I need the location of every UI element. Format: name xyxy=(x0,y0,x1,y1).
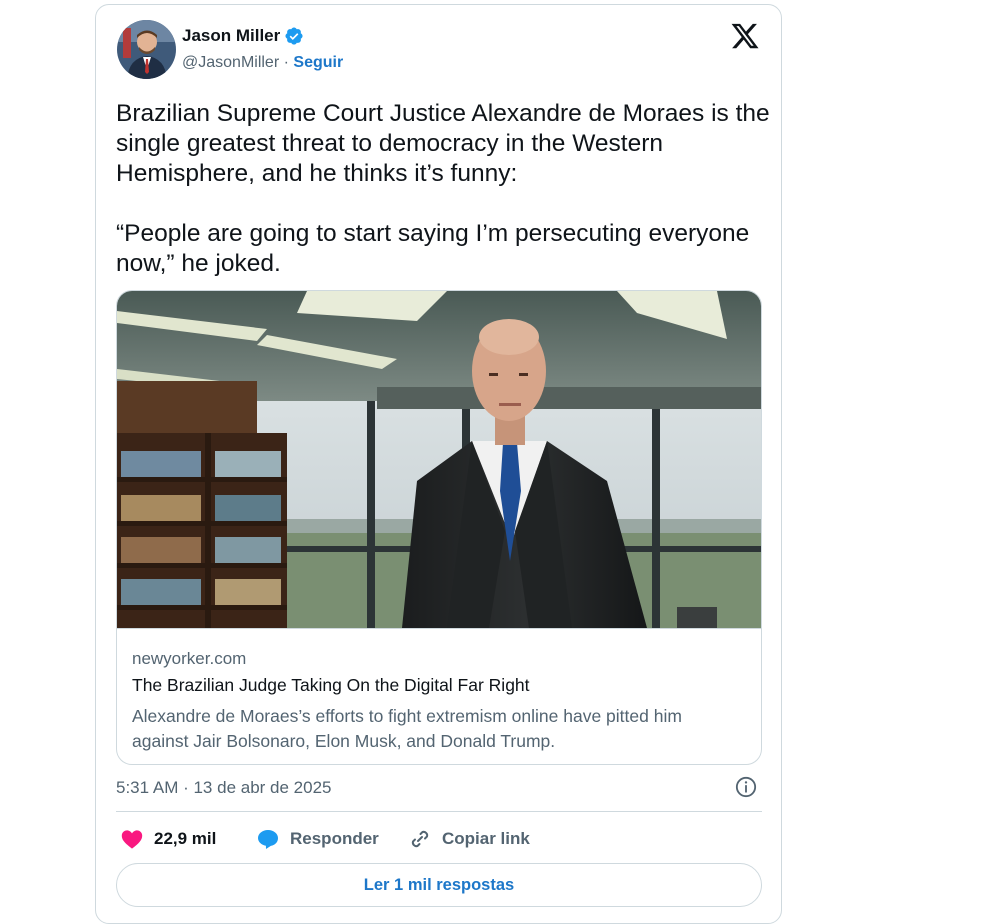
tweet-text: Brazilian Supreme Court Justice Alexandr… xyxy=(116,99,776,279)
divider xyxy=(116,811,762,812)
copy-link-label: Copiar link xyxy=(442,829,530,848)
author-name-row: Jason Miller xyxy=(182,26,304,46)
link-title[interactable]: The Brazilian Judge Taking On the Digita… xyxy=(132,675,530,696)
copy-link-button[interactable]: Copiar link xyxy=(408,827,530,851)
author-name[interactable]: Jason Miller xyxy=(182,26,280,46)
author-handle-row: @JasonMiller · Seguir xyxy=(182,54,343,72)
link-preview-card[interactable]: newyorker.com The Brazilian Judge Taking… xyxy=(116,290,762,765)
author-handle[interactable]: @JasonMiller xyxy=(182,54,279,71)
follow-button[interactable]: Seguir xyxy=(293,54,343,71)
tweet-timestamp[interactable]: 5:31 AM · 13 de abr de 2025 xyxy=(116,778,332,798)
heart-icon xyxy=(121,830,143,849)
handle-separator: · xyxy=(283,54,289,71)
tweet-paragraph: “People are going to start saying I’m pe… xyxy=(116,220,750,277)
x-logo-icon[interactable] xyxy=(730,21,760,51)
tweet-paragraph: Brazilian Supreme Court Justice Alexandr… xyxy=(116,100,770,187)
read-replies-button[interactable]: Ler 1 mil respostas xyxy=(116,863,762,907)
link-domain: newyorker.com xyxy=(132,649,247,668)
avatar[interactable] xyxy=(117,20,176,79)
article-image xyxy=(117,291,761,628)
link-icon xyxy=(411,830,429,848)
reply-icon xyxy=(258,830,278,849)
like-count: 22,9 mil xyxy=(154,829,217,848)
reply-button[interactable]: Responder xyxy=(256,827,379,851)
like-button[interactable]: 22,9 mil xyxy=(120,827,216,851)
info-icon[interactable] xyxy=(735,776,757,798)
verified-badge-icon xyxy=(285,27,303,45)
tweet-card: Jason Miller @JasonMiller · Seguir Brazi… xyxy=(95,4,782,924)
reply-label: Responder xyxy=(290,829,379,848)
link-description: Alexandre de Moraes’s efforts to fight e… xyxy=(132,706,682,751)
link-meta: newyorker.com The Brazilian Judge Taking… xyxy=(117,628,761,751)
